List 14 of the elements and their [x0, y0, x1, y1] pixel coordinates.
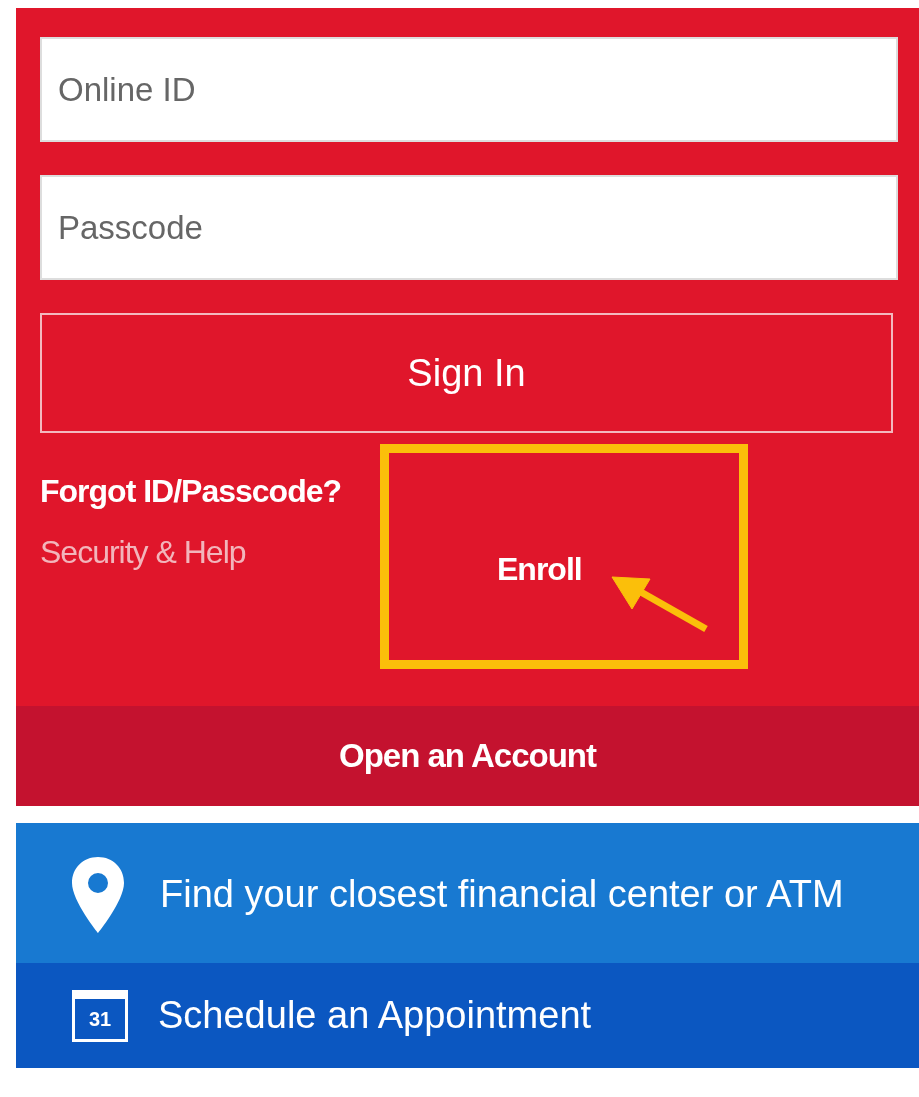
input-field[interactable]: Online ID	[40, 37, 898, 142]
text-link[interactable]: Security & Help	[40, 534, 497, 571]
calendar-icon: 31	[72, 989, 128, 1042]
action-link[interactable]: Find your closest financial center or ATM	[16, 823, 919, 963]
open-account-link[interactable]: Open an Account	[16, 706, 919, 806]
sign-in-button[interactable]: Sign In	[40, 313, 893, 433]
text-link[interactable]: Forgot ID/Passcode?	[40, 473, 497, 510]
enroll-link[interactable]: Enroll	[497, 551, 582, 588]
action-label: Find your closest financial center or ATM	[160, 872, 844, 918]
input-field[interactable]: Passcode	[40, 175, 898, 280]
action-link[interactable]: 31 Schedule an Appointment	[16, 963, 919, 1069]
action-label: Schedule an Appointment	[158, 993, 592, 1038]
arrow-icon	[610, 575, 710, 635]
location-pin-icon	[72, 857, 124, 933]
